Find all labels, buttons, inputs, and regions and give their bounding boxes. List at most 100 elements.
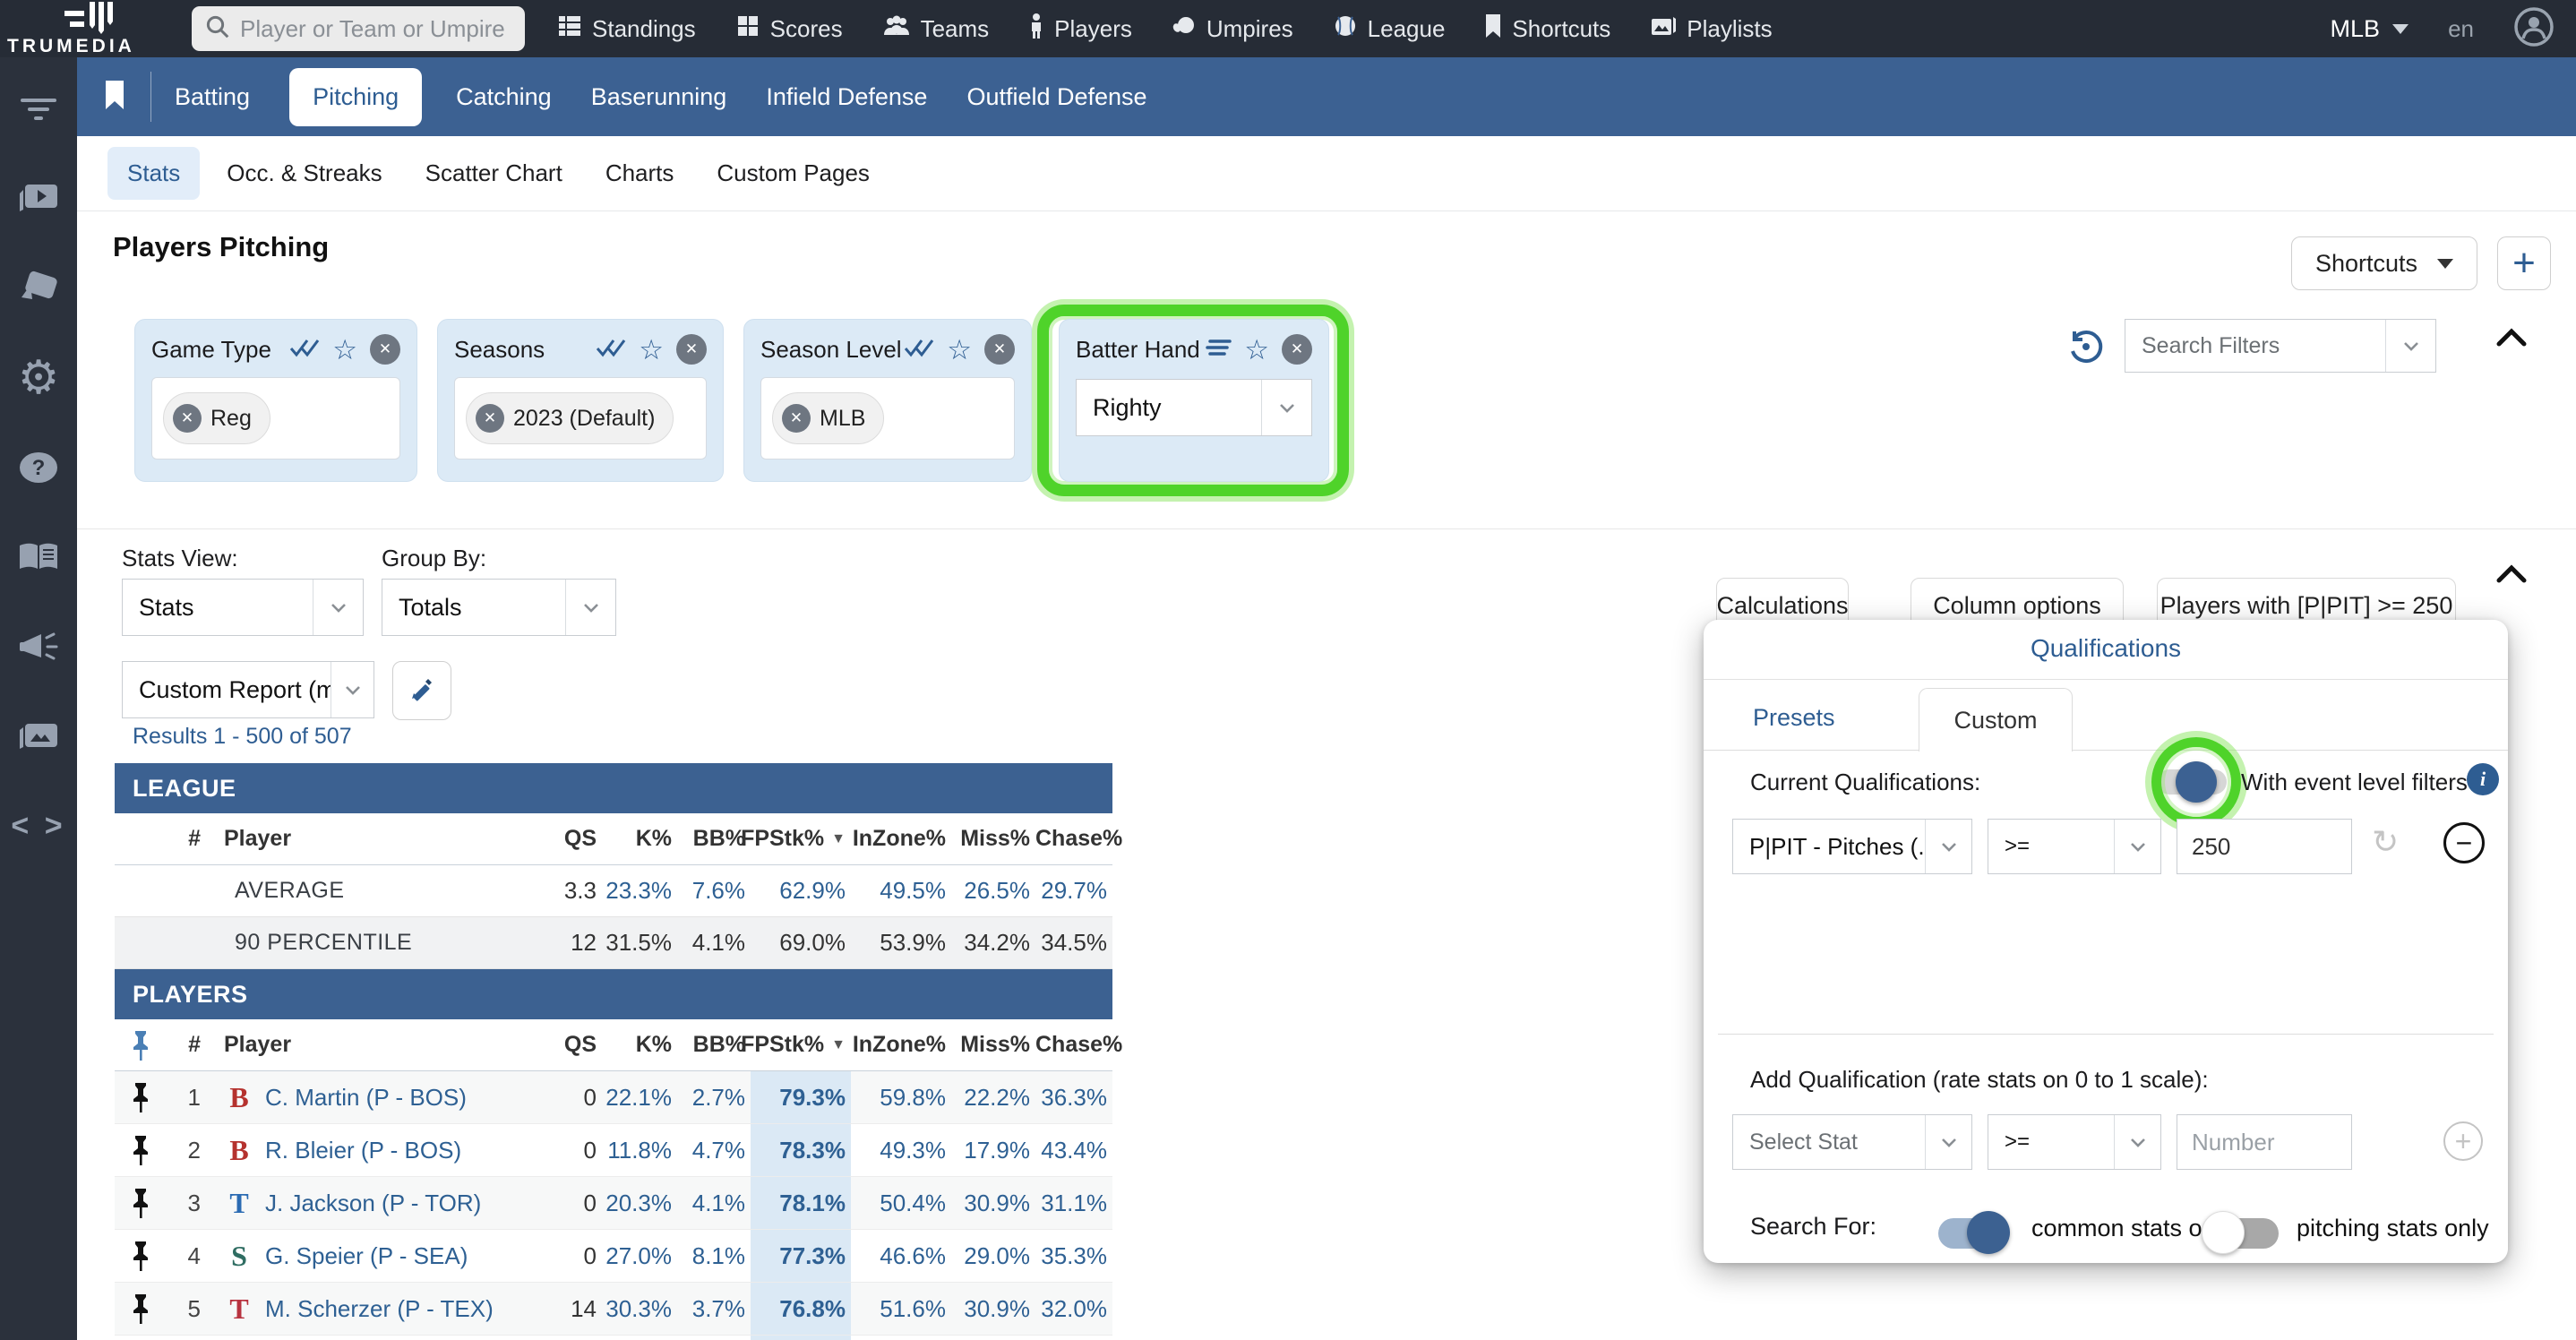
pin-icon[interactable] (115, 1187, 167, 1219)
col-k[interactable]: K% (602, 826, 677, 852)
filter-history-icon[interactable] (2067, 328, 2105, 370)
stat-value[interactable]: 59.8% (851, 1084, 951, 1112)
col-qs[interactable]: QS (528, 826, 602, 852)
subtab-charts[interactable]: Charts (605, 159, 674, 187)
player-name-link[interactable]: J. Jackson (P - TOR) (265, 1190, 481, 1217)
select-all-icon[interactable] (596, 337, 626, 363)
trumedia-logo[interactable]: TRUMEDIA (5, 0, 176, 57)
col-player[interactable]: Player (210, 826, 528, 852)
stat-value[interactable]: 17.9% (951, 1137, 1035, 1164)
shortcuts-dropdown-button[interactable]: Shortcuts (2291, 236, 2478, 290)
stat-value[interactable]: 49.3% (851, 1137, 951, 1164)
remove-rule-icon[interactable]: − (2443, 822, 2485, 863)
remove-chip-icon[interactable]: ✕ (173, 404, 202, 433)
refresh-icon[interactable]: ↻ (2372, 826, 2399, 858)
favorite-star-icon[interactable]: ☆ (1244, 336, 1269, 364)
announcements-megaphone-icon[interactable] (0, 620, 77, 674)
remove-filter-icon[interactable]: ✕ (984, 334, 1015, 365)
images-icon[interactable] (0, 709, 77, 763)
global-search[interactable] (192, 6, 525, 51)
col-miss[interactable]: Miss% (951, 826, 1035, 852)
add-value-input[interactable] (2177, 1114, 2352, 1170)
select-all-icon[interactable] (289, 337, 320, 363)
language-selector[interactable]: en (2448, 15, 2474, 43)
subtab-scatter-chart[interactable]: Scatter Chart (425, 159, 562, 187)
search-input[interactable] (240, 14, 512, 43)
stat-value[interactable]: 23.3% (602, 877, 677, 905)
profile-avatar-icon[interactable] (2513, 6, 2555, 52)
stat-value[interactable]: 32.0% (1035, 1295, 1112, 1323)
select-all-icon[interactable] (904, 337, 934, 363)
league-selector[interactable]: MLB (2331, 15, 2409, 43)
favorite-star-icon[interactable]: ☆ (639, 336, 664, 364)
nav-playlists[interactable]: Playlists (1650, 13, 1773, 45)
collapse-table-controls-chevron[interactable] (2495, 563, 2528, 590)
stat-value[interactable]: 30.3% (602, 1295, 677, 1323)
bookmark-icon[interactable] (104, 80, 125, 115)
filter-values-box[interactable]: ✕ Reg (151, 377, 400, 460)
results-summary[interactable]: Results 1 - 500 of 507 (133, 724, 352, 750)
stat-value[interactable]: 36.3% (1035, 1084, 1112, 1112)
remove-chip-icon[interactable]: ✕ (782, 404, 811, 433)
rule-stat-select[interactable]: P|PIT - Pitches (... (1732, 819, 1972, 874)
filter-chip[interactable]: ✕ Reg (163, 392, 270, 444)
col-bb[interactable]: BB% (677, 826, 751, 852)
pin-icon[interactable] (115, 1081, 167, 1113)
rule-value-input[interactable] (2177, 819, 2352, 874)
stat-value[interactable]: 62.9% (751, 877, 851, 905)
stat-value[interactable]: 30.9% (951, 1190, 1035, 1217)
nav-umpires[interactable]: Umpires (1172, 13, 1293, 45)
help-icon[interactable]: ? (0, 441, 77, 494)
stat-value[interactable]: 22.1% (602, 1084, 677, 1112)
col-rank[interactable]: # (167, 1032, 210, 1058)
tab-pitching[interactable]: Pitching (289, 67, 423, 126)
common-stats-toggle-knob[interactable] (1967, 1211, 2010, 1254)
favorite-star-icon[interactable]: ☆ (947, 336, 972, 364)
stat-value[interactable]: 49.5% (851, 877, 951, 905)
remove-chip-icon[interactable]: ✕ (476, 404, 504, 433)
filter-values-box[interactable]: ✕ 2023 (Default) (454, 377, 707, 460)
col-fpstk-sorted[interactable]: FPStk% ▼ (741, 1032, 851, 1058)
subtab-occ-streaks[interactable]: Occ. & Streaks (227, 159, 382, 187)
pin-all-icon[interactable] (115, 1029, 167, 1061)
stat-value[interactable]: 43.4% (1035, 1137, 1112, 1164)
rule-operator-select[interactable]: >= (1988, 819, 2161, 874)
nav-teams[interactable]: Teams (882, 13, 989, 45)
col-miss[interactable]: Miss% (951, 1032, 1035, 1058)
stat-value[interactable]: 27.0% (602, 1242, 677, 1270)
info-icon[interactable]: i (2467, 763, 2499, 795)
stat-value-sorted[interactable]: 78.1% (751, 1177, 851, 1229)
pin-icon[interactable] (115, 1240, 167, 1272)
stat-value[interactable]: 35.3% (1035, 1242, 1112, 1270)
col-inzone[interactable]: InZone% (851, 826, 951, 852)
tab-custom[interactable]: Custom (1919, 688, 2073, 752)
docs-book-icon[interactable] (0, 530, 77, 584)
filter-funnel-icon[interactable] (0, 82, 77, 136)
player-name-link[interactable]: C. Martin (P - BOS) (265, 1084, 467, 1112)
stat-value[interactable]: 4.7% (677, 1137, 751, 1164)
tab-batting[interactable]: Batting (175, 83, 250, 111)
pin-icon[interactable] (115, 1134, 167, 1166)
subtab-stats[interactable]: Stats (107, 147, 201, 200)
stat-value[interactable]: 3.7% (677, 1295, 751, 1323)
tab-presets[interactable]: Presets (1753, 704, 1835, 732)
pin-icon[interactable] (115, 1293, 167, 1325)
stat-value[interactable]: 7.6% (677, 877, 751, 905)
add-shortcut-button[interactable]: + (2497, 236, 2551, 290)
stat-value[interactable]: 4.1% (677, 1190, 751, 1217)
stat-value-sorted[interactable]: 76.8% (751, 1283, 851, 1335)
edit-report-button[interactable] (392, 661, 451, 720)
nav-standings[interactable]: Standings (557, 13, 696, 45)
device-icon[interactable] (0, 262, 77, 315)
group-by-select[interactable]: Totals (382, 579, 616, 636)
nav-shortcuts[interactable]: Shortcuts (1484, 13, 1610, 45)
col-qs[interactable]: QS (528, 1032, 602, 1058)
collapse-filters-chevron[interactable] (2495, 326, 2528, 354)
stat-value[interactable]: 2.7% (677, 1084, 751, 1112)
tab-baserunning[interactable]: Baserunning (591, 83, 727, 111)
stat-value[interactable]: 46.6% (851, 1242, 951, 1270)
stat-value[interactable]: 8.1% (677, 1242, 751, 1270)
player-name-link[interactable]: G. Speier (P - SEA) (265, 1242, 468, 1270)
col-fpstk-sorted[interactable]: FPStk% ▼ (741, 826, 851, 852)
col-chase[interactable]: Chase% (1035, 1032, 1122, 1058)
